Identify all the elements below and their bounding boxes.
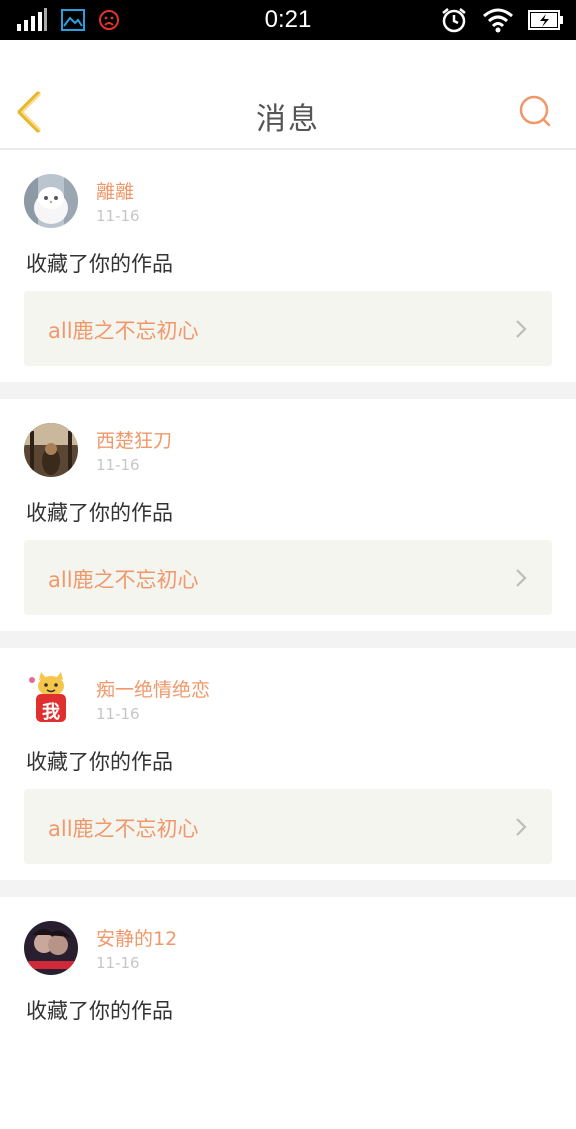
separator — [0, 382, 576, 399]
message-date: 11-16 — [96, 705, 140, 723]
work-link[interactable]: all鹿之不忘初心 — [24, 789, 552, 864]
chevron-right-icon — [516, 569, 527, 587]
dark-scene-avatar-icon — [24, 423, 78, 477]
action-text: 收藏了你的作品 — [26, 999, 173, 1023]
action-text: 收藏了你的作品 — [26, 252, 173, 276]
separator — [0, 631, 576, 648]
message-card: 離離 11-16 收藏了你的作品 all鹿之不忘初心 — [0, 150, 576, 382]
username[interactable]: 痴一绝情绝恋 — [96, 675, 210, 702]
action-text: 收藏了你的作品 — [26, 750, 173, 774]
search-button[interactable] — [518, 94, 554, 130]
message-date: 11-16 — [96, 456, 140, 474]
avatar-text: 我 — [42, 702, 60, 723]
avatar[interactable] — [24, 423, 78, 477]
separator — [0, 880, 576, 897]
status-bar: 0:21 — [0, 0, 576, 40]
status-right-icons — [440, 6, 564, 34]
work-title: all鹿之不忘初心 — [48, 319, 199, 343]
chevron-right-icon — [516, 818, 527, 836]
message-list: 離離 11-16 收藏了你的作品 all鹿之不忘初心 西楚狂刀 11-16 收藏… — [0, 150, 576, 1129]
alarm-icon — [442, 8, 466, 33]
avatar[interactable] — [24, 174, 78, 228]
page-title: 消息 — [256, 102, 320, 137]
white-cat-avatar-icon — [24, 174, 78, 228]
work-title: all鹿之不忘初心 — [48, 568, 199, 592]
message-date: 11-16 — [96, 207, 140, 225]
message-card: 安静的12 11-16 收藏了你的作品 — [0, 897, 576, 1129]
chevron-right-icon — [516, 320, 527, 338]
header-bar: 消息 — [0, 40, 576, 150]
wifi-icon — [483, 8, 513, 33]
username[interactable]: 西楚狂刀 — [96, 426, 172, 453]
work-link[interactable]: all鹿之不忘初心 — [24, 291, 552, 366]
message-card: 我 痴一绝情绝恋 11-16 收藏了你的作品 all鹿之不忘初心 — [0, 648, 576, 880]
battery-charging-icon — [528, 10, 563, 30]
message-card: 西楚狂刀 11-16 收藏了你的作品 all鹿之不忘初心 — [0, 399, 576, 631]
message-date: 11-16 — [96, 954, 140, 972]
work-link[interactable]: all鹿之不忘初心 — [24, 540, 552, 615]
action-text: 收藏了你的作品 — [26, 501, 173, 525]
search-icon — [519, 95, 551, 127]
username[interactable]: 安静的12 — [96, 924, 177, 951]
work-title: all鹿之不忘初心 — [48, 817, 199, 841]
username[interactable]: 離離 — [96, 177, 134, 204]
couple-photo-avatar-icon — [24, 921, 78, 975]
avatar[interactable]: 我 — [24, 672, 78, 726]
avatar[interactable] — [24, 921, 78, 975]
